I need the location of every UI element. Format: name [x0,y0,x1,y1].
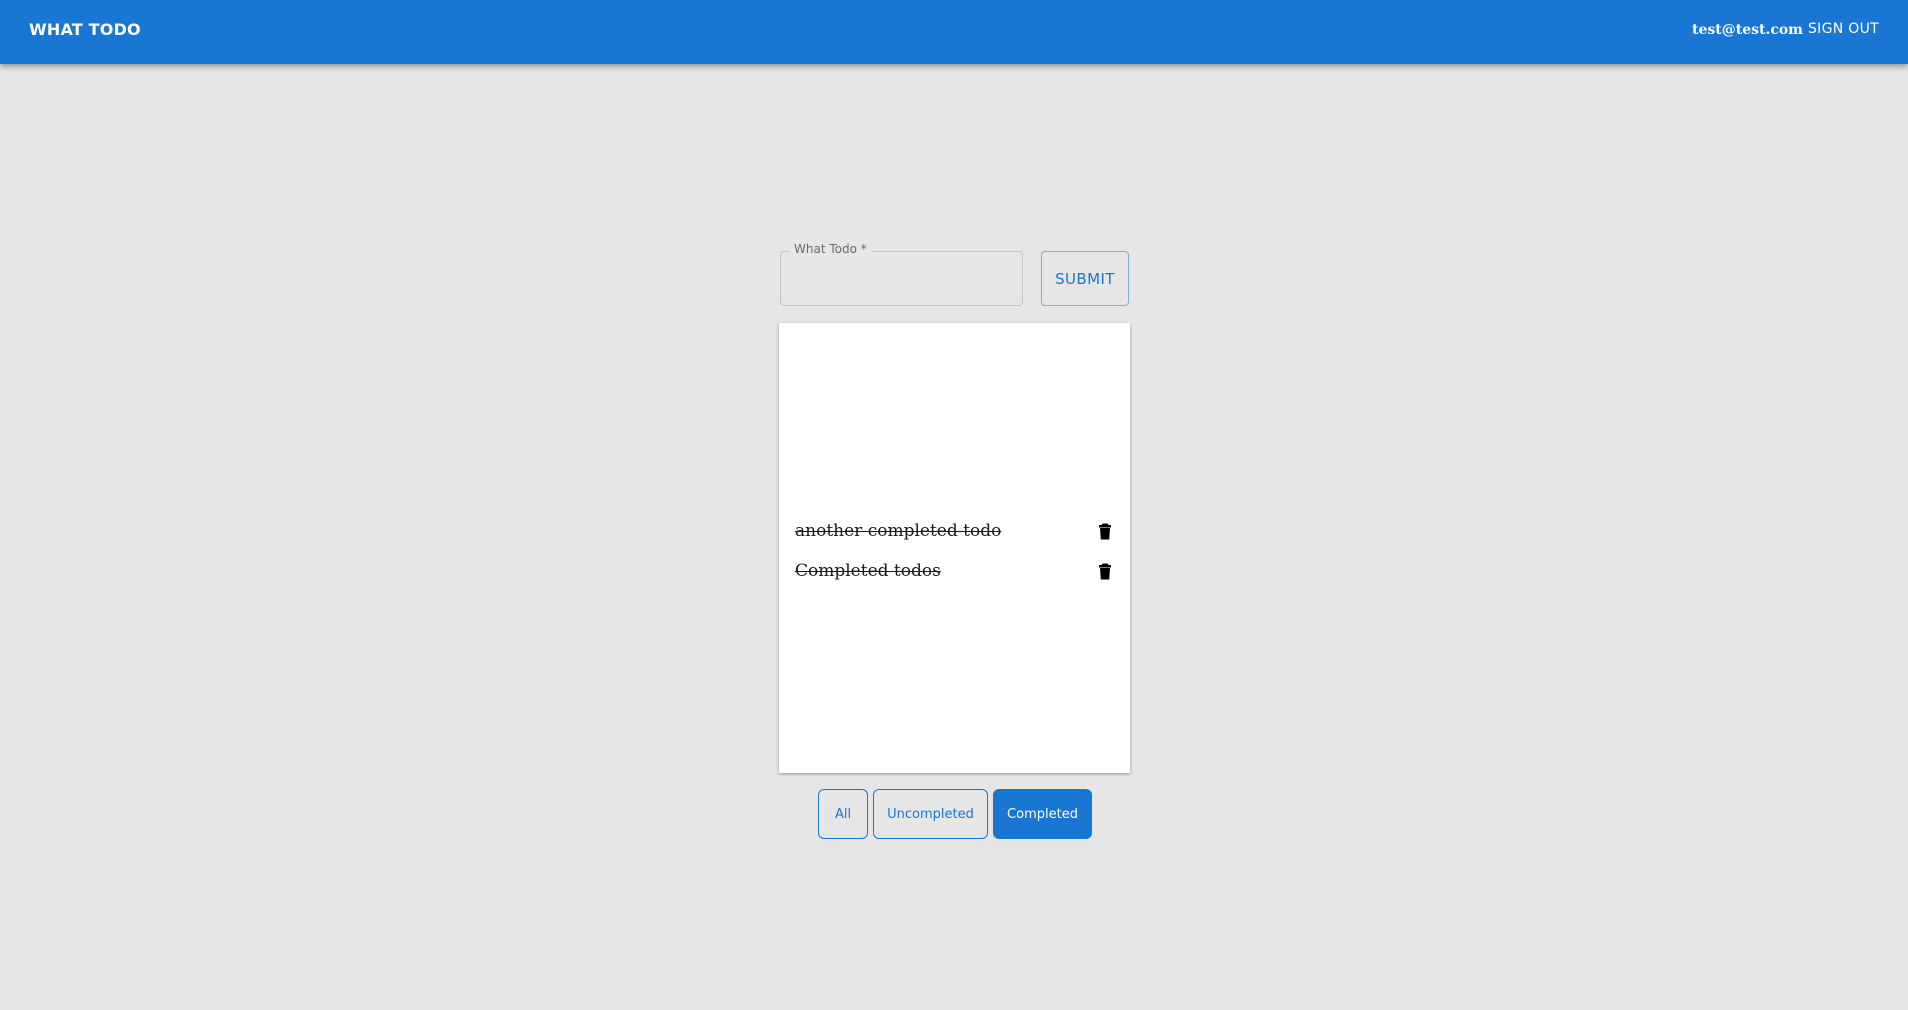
user-email: test@test.com [1692,22,1803,38]
filter-group: All Uncompleted Completed [818,789,1092,839]
what-todo-field[interactable] [780,251,1023,306]
filter-all-button[interactable]: All [818,789,868,839]
todo-list-panel: another completed todo Completed todos [779,323,1130,773]
todo-text[interactable]: another completed todo [795,521,1001,541]
filter-uncompleted-button[interactable]: Uncompleted [873,789,988,839]
sign-out-button[interactable]: SIGN OUT [1808,19,1879,39]
filter-completed-button[interactable]: Completed [993,789,1092,839]
app-bar: WHAT TODO test@test.com SIGN OUT [0,0,1908,64]
what-todo-input[interactable] [781,252,1022,305]
todo-item: Completed todos [795,551,1116,591]
todo-text[interactable]: Completed todos [795,561,941,581]
what-todo-label: What Todo * [789,241,872,257]
submit-button[interactable]: SUBMIT [1041,251,1129,306]
trash-icon[interactable] [1094,519,1116,543]
trash-icon[interactable] [1094,559,1116,583]
todo-item: another completed todo [795,511,1116,551]
app-title: WHAT TODO [29,20,141,39]
todo-list: another completed todo Completed todos [795,511,1116,591]
